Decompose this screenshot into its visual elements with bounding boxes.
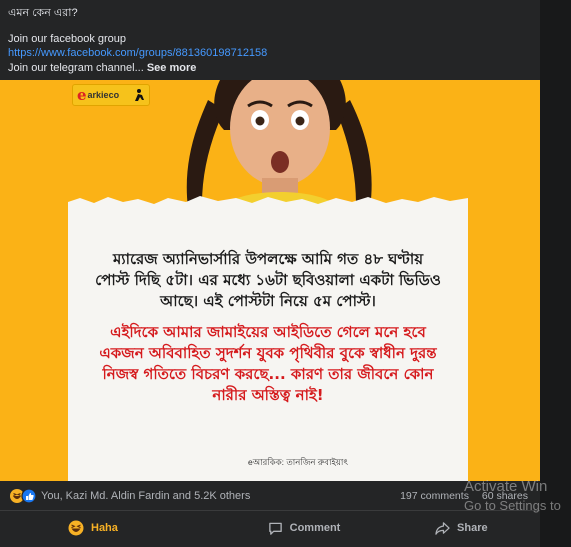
- haha-button[interactable]: Haha: [0, 512, 225, 544]
- activate-line1: Activate Win: [464, 478, 548, 495]
- activate-line2: Go to Settings to: [464, 498, 561, 513]
- post-title-line: এমন কেন এরা?: [8, 7, 78, 19]
- torn-paper-edge: [68, 196, 468, 210]
- share-label: Share: [457, 522, 488, 534]
- share-icon: [435, 521, 450, 535]
- earkieco-logo: e arkieco: [72, 84, 150, 106]
- logo-text: arkieco: [87, 90, 120, 100]
- right-gutter: [540, 0, 571, 547]
- haha-icon: [68, 520, 84, 536]
- comment-label: Comment: [289, 522, 341, 534]
- logo-e: e: [77, 86, 87, 104]
- activate-windows-watermark: Activate Win Go to Settings to: [464, 477, 561, 515]
- haha-label: Haha: [91, 522, 118, 534]
- paper-card: ম্যারেজ অ্যানিভার্সারি উপলক্ষে আমি গত ৪৮…: [68, 196, 468, 481]
- comments-count[interactable]: 197 comments: [400, 490, 469, 502]
- reactions-bar: You, Kazi Md. Aldin Fardin and 5.2K othe…: [0, 481, 540, 511]
- post-text: এমন কেন এরা? Join our facebook group htt…: [8, 6, 528, 75]
- comment-icon: [268, 522, 282, 535]
- logo-figure-icon: [135, 89, 144, 101]
- see-more-link[interactable]: See more: [147, 62, 197, 74]
- comment-button[interactable]: Comment: [225, 512, 382, 544]
- join-telegram-text: Join our telegram channel...: [8, 61, 144, 74]
- join-group-text: Join our facebook group: [8, 32, 127, 45]
- share-button[interactable]: Share: [383, 512, 540, 544]
- reaction-names[interactable]: You, Kazi Md. Aldin Fardin and 5.2K othe…: [41, 490, 250, 502]
- reaction-icons[interactable]: [10, 488, 38, 504]
- author-credit: eআরকিক: তানজিন রুবাইয়াৎ: [248, 457, 348, 467]
- post-image[interactable]: e arkieco ম্যারেজ অ্যানিভার্সারি উপলক্ষে…: [0, 80, 540, 481]
- facebook-post: এমন কেন এরা? Join our facebook group htt…: [0, 0, 540, 547]
- post-actions: Haha Comment Share: [0, 512, 540, 544]
- group-link[interactable]: https://www.facebook.com/groups/88136019…: [8, 47, 267, 59]
- message-red-text: এইদিকে আমার জামাইয়ের আইডিতে গেলে মনে হব…: [99, 323, 437, 404]
- message-black-text: ম্যারেজ অ্যানিভার্সারি উপলক্ষে আমি গত ৪৮…: [95, 250, 441, 310]
